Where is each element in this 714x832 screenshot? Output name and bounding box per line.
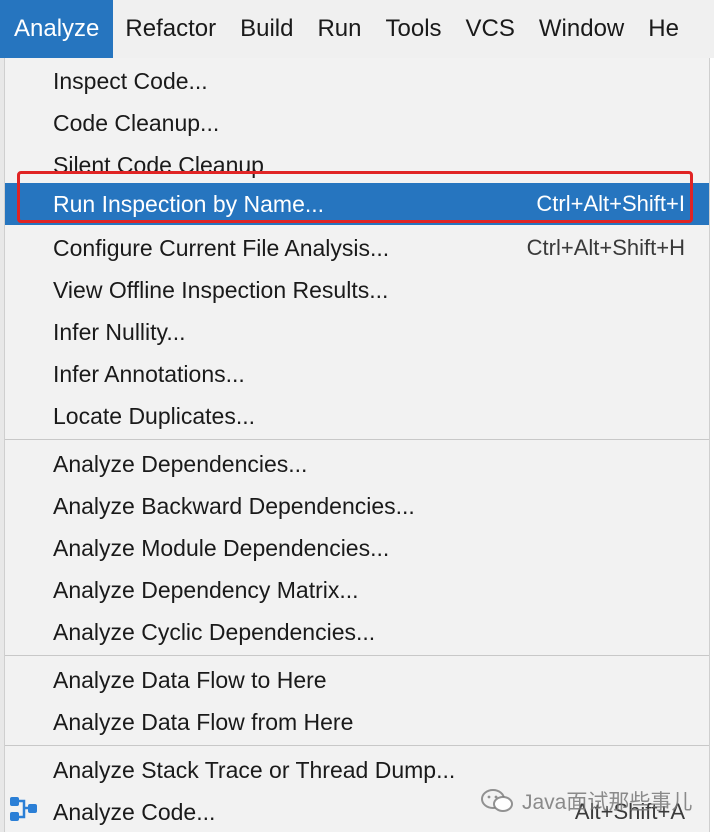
menu-item-label: Analyze Backward Dependencies... [53, 492, 415, 519]
menu-item-label: Analyze Data Flow from Here [53, 708, 354, 735]
menu-item-label: Analyze Code... [53, 798, 216, 825]
menu-item-analyze-cyclic-dependencies[interactable]: Analyze Cyclic Dependencies... [5, 611, 709, 653]
menu-item-analyze-backward-dependencies[interactable]: Analyze Backward Dependencies... [5, 485, 709, 527]
menu-item-label: Analyze Data Flow to Here [53, 666, 327, 693]
menu-item-label: View Offline Inspection Results... [53, 276, 389, 303]
menu-item-label: Analyze Dependency Matrix... [53, 576, 359, 603]
menu-item-code-cleanup[interactable]: Code Cleanup... [5, 102, 709, 144]
menu-run[interactable]: Run [305, 0, 373, 58]
menu-item-shortcut: Ctrl+Alt+Shift+I [536, 191, 685, 216]
menu-item-label: Infer Annotations... [53, 360, 245, 387]
menu-item-label: Infer Nullity... [53, 318, 186, 345]
menu-window[interactable]: Window [527, 0, 636, 58]
menu-item-analyze-data-flow-to-here[interactable]: Analyze Data Flow to Here [5, 659, 709, 701]
menu-build[interactable]: Build [228, 0, 305, 58]
menu-item-label: Run Inspection by Name... [53, 190, 325, 217]
watermark-text: Java面试那些事儿 [522, 791, 693, 814]
analyze-dropdown-menu: Inspect Code... Code Cleanup... Silent C… [4, 58, 710, 832]
menu-item-label: Code Cleanup... [53, 109, 220, 136]
menu-item-configure-current-file-analysis[interactable]: Configure Current File Analysis... Ctrl+… [5, 227, 709, 269]
menu-item-analyze-module-dependencies[interactable]: Analyze Module Dependencies... [5, 527, 709, 569]
menu-separator [5, 439, 709, 440]
menu-item-shortcut: Ctrl+Alt+Shift+H [526, 235, 685, 260]
menu-item-label: Analyze Dependencies... [53, 450, 308, 477]
menu-item-analyze-data-flow-from-here[interactable]: Analyze Data Flow from Here [5, 701, 709, 743]
menu-bar: Analyze Refactor Build Run Tools VCS Win… [0, 0, 714, 58]
menu-item-label: Analyze Stack Trace or Thread Dump... [53, 756, 456, 783]
analyze-code-icon [10, 797, 37, 821]
menu-separator [5, 655, 709, 656]
menu-item-analyze-dependencies[interactable]: Analyze Dependencies... [5, 443, 709, 485]
menu-item-label: Inspect Code... [53, 67, 208, 94]
menu-item-view-offline-inspection-results[interactable]: View Offline Inspection Results... [5, 269, 709, 311]
menu-item-analyze-dependency-matrix[interactable]: Analyze Dependency Matrix... [5, 569, 709, 611]
menu-item-label: Locate Duplicates... [53, 402, 256, 429]
menu-item-run-inspection-by-name[interactable]: Run Inspection by Name... Ctrl+Alt+Shift… [5, 183, 709, 225]
wechat-icon [481, 789, 513, 812]
menu-tools[interactable]: Tools [374, 0, 454, 58]
watermark: Java面试那些事儿 [480, 786, 692, 816]
menu-help[interactable]: He [636, 0, 691, 58]
menu-item-silent-code-cleanup[interactable]: Silent Code Cleanup [5, 144, 709, 186]
ide-window: Analyze Refactor Build Run Tools VCS Win… [0, 0, 714, 832]
menu-item-infer-annotations[interactable]: Infer Annotations... [5, 353, 709, 395]
menu-analyze[interactable]: Analyze [0, 0, 114, 58]
menu-item-inspect-code[interactable]: Inspect Code... [5, 60, 709, 102]
menu-refactor[interactable]: Refactor [113, 0, 228, 58]
menu-vcs[interactable]: VCS [454, 0, 527, 58]
menu-item-label: Configure Current File Analysis... [53, 234, 390, 261]
menu-item-infer-nullity[interactable]: Infer Nullity... [5, 311, 709, 353]
menu-item-locate-duplicates[interactable]: Locate Duplicates... [5, 395, 709, 437]
menu-item-label: Analyze Module Dependencies... [53, 534, 390, 561]
menu-separator [5, 745, 709, 746]
menu-item-analyze-stack-trace[interactable]: Analyze Stack Trace or Thread Dump... [5, 749, 709, 791]
menu-item-label: Silent Code Cleanup [53, 151, 264, 178]
menu-item-label: Analyze Cyclic Dependencies... [53, 618, 376, 645]
